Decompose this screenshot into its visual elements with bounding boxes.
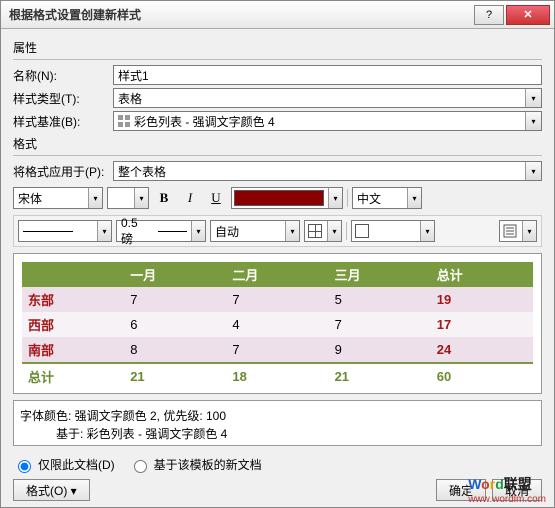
align-icon (503, 224, 517, 238)
footer: 格式(O) ▾ 确定 取消 (13, 479, 542, 501)
table-header: 三月 (329, 262, 431, 287)
fontsize-select[interactable]: ▾ (107, 187, 149, 209)
dialog: 根据格式设置创建新样式 ? ✕ 属性 名称(N): 样式类型(T): 表格 ▾ … (0, 0, 555, 508)
radio-template-input[interactable] (134, 460, 147, 473)
chevron-down-icon: ▾ (88, 188, 102, 208)
table-total-row: 总计 21 18 21 60 (22, 363, 533, 389)
table-header-row: 一月 二月 三月 总计 (22, 262, 533, 287)
fontcolor-select[interactable]: ▾ (231, 187, 343, 209)
borders-icon (308, 224, 322, 238)
close-button[interactable]: ✕ (506, 5, 550, 25)
lang-select[interactable]: 中文 ▾ (352, 187, 422, 209)
styleon-select[interactable]: 彩色列表 - 强调文字颜色 4 ▾ (113, 111, 542, 131)
cancel-button[interactable]: 取消 (492, 479, 542, 501)
italic-button[interactable]: I (179, 187, 201, 209)
chevron-down-icon: ▾ (407, 188, 421, 208)
applyto-value: 整个表格 (118, 163, 166, 180)
ok-button[interactable]: 确定 (436, 479, 486, 501)
preview-table: 一月 二月 三月 总计 东部 7 7 5 19 西部 6 4 7 1 (22, 262, 533, 389)
font-value: 宋体 (18, 190, 42, 207)
chevron-down-icon: ▾ (522, 221, 536, 241)
linecolor-select[interactable]: 自动 ▾ (210, 220, 300, 242)
table-header (22, 262, 124, 287)
chevron-down-icon: ▾ (525, 89, 541, 107)
chevron-down-icon: ▾ (525, 112, 541, 130)
linestyle-select[interactable]: ▾ (18, 220, 112, 242)
lineweight-select[interactable]: 0.5 磅 ▾ (116, 220, 206, 242)
linecolor-value: 自动 (215, 223, 239, 240)
lineweight-value: 0.5 磅 (121, 216, 152, 247)
name-label: 名称(N): (13, 67, 113, 84)
radio-thisdoc-input[interactable] (18, 460, 31, 473)
table-row: 东部 7 7 5 19 (22, 287, 533, 312)
table-row: 西部 6 4 7 17 (22, 312, 533, 337)
chevron-down-icon: ▾ (191, 221, 205, 241)
applyto-label: 将格式应用于(P): (13, 163, 113, 180)
format-menu-button[interactable]: 格式(O) ▾ (13, 479, 90, 501)
format-label: 格式 (13, 135, 542, 152)
help-button[interactable]: ? (474, 5, 504, 25)
applyto-select[interactable]: 整个表格 ▾ (113, 161, 542, 181)
underline-button[interactable]: U (205, 187, 227, 209)
table-header: 一月 (124, 262, 226, 287)
scope-radios: 仅限此文档(D) 基于该模板的新文档 (13, 456, 542, 473)
styletype-select[interactable]: 表格 ▾ (113, 88, 542, 108)
name-input[interactable] (113, 65, 542, 85)
titlebar: 根据格式设置创建新样式 ? ✕ (1, 1, 554, 29)
bold-button[interactable]: B (153, 187, 175, 209)
color-swatch (234, 190, 324, 206)
properties-label: 属性 (13, 39, 542, 56)
desc-line1: 字体颜色: 强调文字颜色 2, 优先级: 100 (20, 407, 535, 425)
align-select[interactable]: ▾ (499, 220, 537, 242)
chevron-down-icon: ▾ (97, 221, 111, 241)
chevron-down-icon: ▾ (420, 221, 434, 241)
description-box: 字体颜色: 强调文字颜色 2, 优先级: 100 基于: 彩色列表 - 强调文字… (13, 400, 542, 446)
preview-panel: 一月 二月 三月 总计 东部 7 7 5 19 西部 6 4 7 1 (13, 253, 542, 394)
chevron-down-icon: ▾ (327, 221, 341, 241)
lang-value: 中文 (357, 190, 381, 207)
line-sample-icon (23, 231, 73, 232)
font-toolbar: 宋体 ▾ ▾ B I U ▾ 中文 ▾ (13, 187, 542, 209)
chevron-down-icon: ▾ (328, 188, 342, 208)
radio-thisdoc[interactable]: 仅限此文档(D) (13, 456, 115, 473)
styletype-label: 样式类型(T): (13, 90, 113, 107)
weight-sample-icon (158, 231, 187, 232)
borders-select[interactable]: ▾ (304, 220, 342, 242)
chevron-down-icon: ▾ (285, 221, 299, 241)
styleon-label: 样式基准(B): (13, 113, 113, 130)
table-header: 总计 (431, 262, 533, 287)
fill-icon (355, 224, 369, 238)
table-header: 二月 (226, 262, 328, 287)
table-row: 南部 8 7 9 24 (22, 337, 533, 363)
chevron-down-icon: ▾ (525, 162, 541, 180)
desc-line2: 基于: 彩色列表 - 强调文字颜色 4 (20, 425, 535, 443)
radio-template[interactable]: 基于该模板的新文档 (129, 456, 262, 473)
styleon-value: 彩色列表 - 强调文字颜色 4 (134, 113, 275, 130)
fillcolor-select[interactable]: ▾ (351, 220, 435, 242)
border-toolbar: ▾ 0.5 磅 ▾ 自动 ▾ ▾ ▾ ▾ (13, 215, 542, 247)
dialog-title: 根据格式设置创建新样式 (9, 6, 472, 23)
styletype-value: 表格 (118, 90, 142, 107)
font-select[interactable]: 宋体 ▾ (13, 187, 103, 209)
table-style-icon (118, 115, 130, 127)
chevron-down-icon: ▾ (134, 188, 148, 208)
